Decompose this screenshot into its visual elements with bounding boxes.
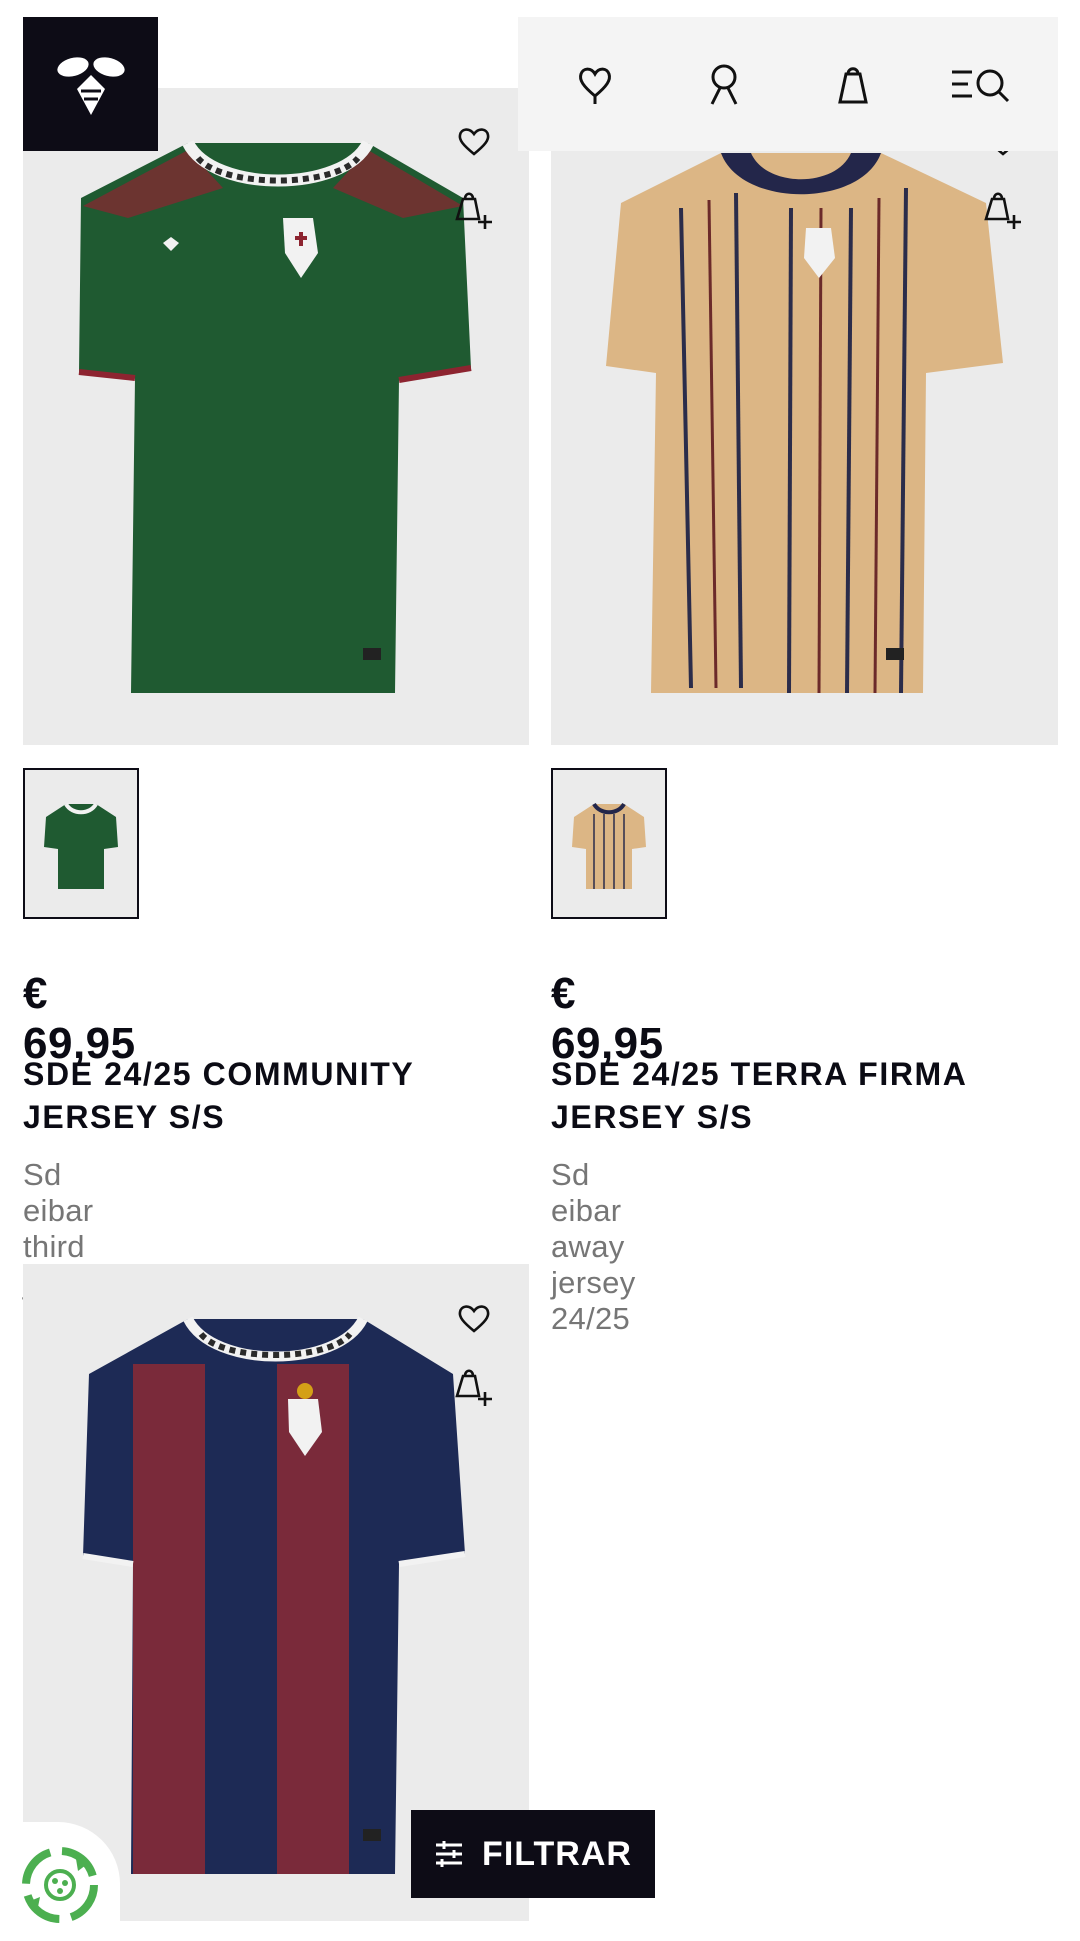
heart-outline-icon (458, 1305, 490, 1333)
product-description: Sd eibar away jersey 24/25 (551, 1157, 636, 1336)
wishlist-toggle[interactable] (446, 113, 502, 169)
green-jersey-thumbnail (44, 802, 118, 889)
color-swatch[interactable] (551, 768, 667, 919)
wishlist-toggle[interactable] (446, 1290, 502, 1346)
bag-button[interactable] (813, 44, 893, 124)
add-to-bag-button[interactable] (446, 182, 502, 238)
bag-plus-icon (984, 192, 1021, 229)
menu-search-icon (951, 69, 1009, 103)
heart-icon (578, 67, 611, 104)
header-toolbar (518, 17, 1058, 151)
heart-outline-icon (458, 128, 490, 156)
color-swatch[interactable] (23, 768, 139, 919)
bag-plus-icon (455, 192, 492, 229)
hummel-bee-logo-icon (56, 57, 125, 115)
bag-plus-icon (455, 1369, 492, 1406)
account-icon (710, 64, 737, 105)
account-button[interactable] (684, 44, 764, 124)
recycle-badge-icon (22, 1846, 98, 1923)
brand-logo[interactable] (23, 17, 158, 151)
floating-badge[interactable] (0, 1822, 120, 1941)
tan-jersey-thumbnail (572, 802, 646, 889)
filter-label: FILTRAR (482, 1834, 632, 1873)
filter-button[interactable]: FILTRAR (411, 1810, 655, 1898)
sliders-icon (436, 1841, 463, 1867)
bag-icon (837, 67, 868, 104)
wishlist-button[interactable] (555, 44, 635, 124)
product-name[interactable]: SDE 24/25 COMMUNITY JERSEY S/S (23, 1053, 523, 1139)
add-to-bag-button[interactable] (446, 1359, 502, 1415)
add-to-bag-button[interactable] (975, 182, 1031, 238)
menu-search-button[interactable] (942, 44, 1022, 124)
product-name[interactable]: SDE 24/25 TERRA FIRMA JERSEY S/S (551, 1053, 1051, 1139)
